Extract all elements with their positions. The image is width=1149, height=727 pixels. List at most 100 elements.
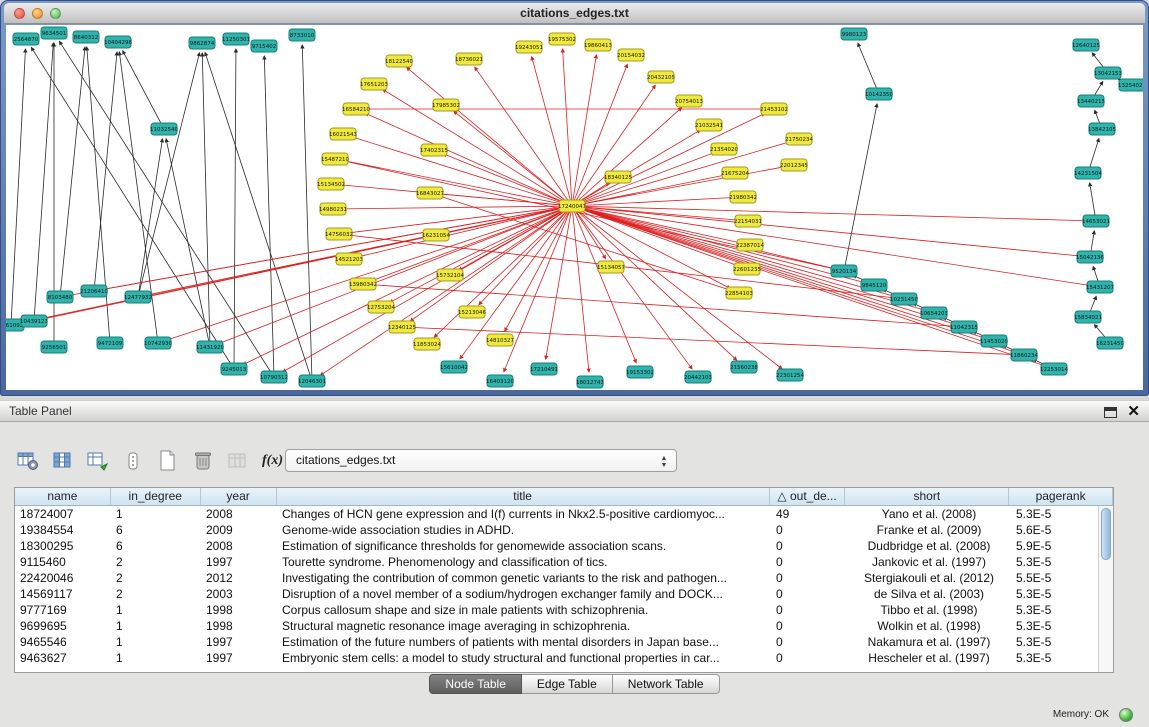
column-header-1[interactable]: in_degree [111, 488, 201, 505]
graph-node[interactable]: 19153302 [626, 366, 654, 378]
graph-node[interactable]: 12640125 [1072, 39, 1100, 51]
column-header-4[interactable]: △ out_de... [770, 488, 846, 505]
graph-node[interactable]: 14521203 [335, 253, 363, 265]
graph-node[interactable]: 14810327 [486, 334, 514, 346]
delete-table-icon[interactable] [189, 448, 216, 475]
graph-node[interactable]: 17402315 [420, 144, 448, 156]
graph-node[interactable]: 9634501 [41, 27, 67, 39]
close-panel-icon[interactable]: ✕ [1127, 401, 1140, 423]
column-header-5[interactable]: short [845, 488, 1009, 505]
graph-node[interactable]: 15134502 [317, 178, 345, 190]
table-row[interactable]: 977716911998Corpus callosum shape and si… [15, 602, 1098, 618]
tab-node-table[interactable]: Node Table [429, 674, 522, 694]
graph-node[interactable]: 10231450 [890, 293, 918, 305]
graph-node[interactable]: 11032540 [150, 123, 178, 135]
graph-node[interactable]: 16843027 [416, 187, 444, 199]
graph-node[interactable]: 18012743 [576, 376, 604, 388]
edit-table-icon[interactable] [84, 448, 111, 475]
graph-node[interactable]: 16584210 [342, 103, 370, 115]
graph-node[interactable]: 9245013 [221, 363, 247, 375]
graph-node[interactable]: 21453102 [760, 103, 788, 115]
graph-node[interactable]: 17651203 [360, 78, 388, 90]
graph-node[interactable]: 21032541 [695, 119, 723, 131]
table-row[interactable]: 969969511998Structural magnetic resonanc… [15, 618, 1098, 634]
tab-network-table[interactable]: Network Table [613, 674, 720, 694]
table-vertical-scrollbar[interactable] [1098, 506, 1113, 672]
window-minimize-button[interactable] [32, 8, 43, 19]
graph-node[interactable]: 8103480 [47, 291, 73, 303]
scrollbar-thumb[interactable] [1101, 508, 1111, 560]
graph-node[interactable]: 15834021 [1074, 311, 1102, 323]
graph-node[interactable]: 17985302 [432, 99, 460, 111]
graph-node[interactable]: 11042315 [950, 321, 978, 333]
table-row[interactable]: 1830029562008Estimation of significance … [15, 538, 1098, 554]
graph-node[interactable]: 22387014 [736, 239, 764, 251]
graph-node[interactable]: 11453020 [980, 335, 1008, 347]
graph-node[interactable]: 22301254 [776, 369, 804, 381]
graph-node[interactable]: 21354020 [710, 143, 738, 155]
graph-node[interactable]: 12477932 [124, 291, 152, 303]
graph-node[interactable]: 10654203 [920, 307, 948, 319]
table-row[interactable]: 1938455462009Genome-wide association stu… [15, 522, 1098, 538]
graph-node[interactable]: 8733010 [289, 29, 315, 41]
graph-node[interactable]: 22854103 [725, 287, 753, 299]
graph-node[interactable]: 9862874 [189, 37, 215, 49]
graph-node[interactable]: 2564870 [13, 33, 39, 45]
table-row[interactable]: 911546021997Tourette syndrome. Phenomeno… [15, 554, 1098, 570]
graph-node[interactable]: 10790312 [260, 371, 288, 383]
graph-node[interactable]: 14653021 [1082, 215, 1110, 227]
graph-node[interactable]: 9472109 [97, 337, 123, 349]
graph-node[interactable]: 14756032 [325, 228, 353, 240]
import-table-icon[interactable] [119, 448, 146, 475]
graph-node[interactable]: 12753204 [367, 301, 395, 313]
graph-node[interactable]: 16403120 [486, 375, 514, 387]
graph-node[interactable]: 22154031 [734, 215, 762, 227]
graph-node[interactable]: 13254021 [1118, 79, 1143, 91]
tab-edge-table[interactable]: Edge Table [522, 674, 613, 694]
table-row[interactable]: 1456911722003Disruption of a novel membe… [15, 586, 1098, 602]
graph-node[interactable]: 9980123 [841, 28, 867, 40]
graph-node[interactable]: 13440215 [1077, 95, 1105, 107]
graph-node[interactable]: 15213046 [458, 306, 486, 318]
column-header-2[interactable]: year [201, 488, 277, 505]
table-row[interactable]: 946554611997Estimation of the future num… [15, 634, 1098, 650]
graph-node[interactable]: 20154032 [617, 49, 645, 61]
column-header-3[interactable]: title [277, 488, 770, 505]
graph-node[interactable]: 9845120 [861, 279, 887, 291]
window-zoom-button[interactable] [50, 8, 61, 19]
graph-node[interactable]: 13042153 [1094, 67, 1122, 79]
network-canvas[interactable]: 1724004725648709634501864031210404298986… [6, 25, 1143, 390]
graph-node[interactable]: 12253014 [1040, 363, 1068, 375]
graph-node[interactable]: 15431207 [1086, 281, 1114, 293]
graph-node[interactable]: 13842105 [1088, 123, 1116, 135]
graph-node[interactable]: 15134057 [597, 261, 625, 273]
graph-node[interactable]: 9715402 [251, 40, 277, 52]
graph-node[interactable]: 10142350 [865, 88, 893, 100]
column-header-6[interactable]: pagerank [1009, 488, 1113, 505]
graph-node[interactable]: 21675204 [721, 167, 749, 179]
graph-node[interactable]: 12340125 [388, 321, 416, 333]
graph-node[interactable]: 20754013 [675, 95, 703, 107]
table-row[interactable]: 946362711997Embryonic stem cells: a mode… [15, 650, 1098, 666]
graph-node[interactable]: 21560238 [730, 361, 758, 373]
graph-node[interactable]: 15487210 [321, 153, 349, 165]
graph-node[interactable]: 21750234 [785, 133, 813, 145]
function-builder-icon[interactable]: f(x) [259, 448, 286, 475]
table-row[interactable]: 1872400712008Changes of HCN gene express… [15, 506, 1098, 522]
graph-node[interactable]: 17240047 [558, 200, 586, 212]
graph-node[interactable]: 11853024 [413, 338, 441, 350]
float-panel-icon[interactable] [1104, 407, 1117, 418]
graph-node[interactable]: 20442103 [684, 371, 712, 383]
graph-node[interactable]: 10439123 [20, 315, 48, 327]
window-close-button[interactable] [14, 8, 25, 19]
graph-node[interactable]: 19860413 [584, 39, 612, 51]
table-settings-icon[interactable] [14, 448, 41, 475]
column-header-0[interactable]: name [15, 488, 111, 505]
graph-node[interactable]: 8640312 [73, 31, 99, 43]
table-row[interactable]: 2242004622012Investigating the contribut… [15, 570, 1098, 586]
graph-node[interactable]: 16231054 [422, 229, 450, 241]
graph-node[interactable]: 9520134 [831, 265, 857, 277]
graph-node[interactable]: 17210491 [530, 363, 558, 375]
new-document-icon[interactable] [154, 448, 181, 475]
citation-network-graph[interactable]: 1724004725648709634501864031210404298986… [6, 25, 1143, 390]
